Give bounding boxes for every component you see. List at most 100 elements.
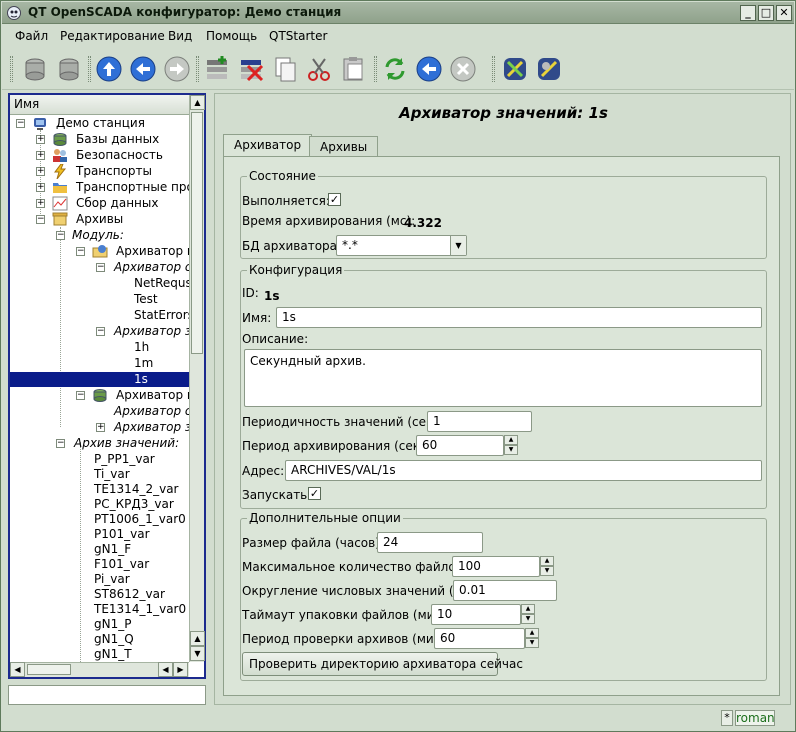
period-input[interactable]: 1 <box>427 411 532 432</box>
spin-down-icon[interactable]: ▼ <box>525 638 539 648</box>
tree-node-msg-archivers[interactable]: − Архиватор с <box>10 260 189 275</box>
tree-node-value-archives[interactable]: − Архив значений: <box>10 436 189 451</box>
expand-icon[interactable]: + <box>36 167 45 176</box>
scroll-right-icon[interactable]: ▶ <box>173 662 188 677</box>
tree-node-archive[interactable]: F101_var <box>10 557 189 572</box>
address-input[interactable]: ARCHIVES/VAL/1s <box>285 460 762 481</box>
tree-node-databases[interactable]: + Базы данных <box>10 132 189 147</box>
tree-node-security[interactable]: + Безопасность <box>10 148 189 163</box>
spin-down-icon[interactable]: ▼ <box>504 445 518 455</box>
db-load-icon[interactable] <box>20 54 50 84</box>
scroll-left-icon[interactable]: ◀ <box>158 662 173 677</box>
start-checkbox[interactable]: ✓ <box>308 487 321 500</box>
cut-icon[interactable] <box>304 54 334 84</box>
tab-archiver[interactable]: Архиватор <box>223 134 313 157</box>
expand-icon[interactable]: + <box>36 183 45 192</box>
tree-node-archive[interactable]: Pi_var <box>10 572 189 587</box>
tree-header[interactable]: Имя <box>10 95 189 115</box>
db-save-icon[interactable] <box>54 54 84 84</box>
tree-node-archive[interactable]: Ti_var <box>10 467 189 482</box>
collapse-icon[interactable]: − <box>16 119 25 128</box>
menu-file[interactable]: Файл <box>15 29 48 43</box>
collapse-icon[interactable]: − <box>36 215 45 224</box>
collapse-icon[interactable]: − <box>76 247 85 256</box>
tree-node-protocols[interactable]: + Транспортные прото <box>10 180 189 195</box>
max-files-input[interactable]: 100 <box>452 556 540 577</box>
copy-icon[interactable] <box>270 54 300 84</box>
collapse-icon[interactable]: − <box>96 263 105 272</box>
scroll-thumb[interactable] <box>27 664 71 675</box>
back-arrow-icon[interactable] <box>128 54 158 84</box>
tree-node-archive[interactable]: gN1_P <box>10 617 189 632</box>
collapse-icon[interactable]: − <box>56 439 65 448</box>
tree-node-archive[interactable]: gN1_F <box>10 542 189 557</box>
user-indicator[interactable]: roman <box>735 710 775 726</box>
vision-develop-icon[interactable] <box>534 54 564 84</box>
arch-period-input[interactable]: 60 <box>416 435 504 456</box>
scroll-thumb[interactable] <box>191 112 203 354</box>
tree-node-archive[interactable]: PC_КРД3_var <box>10 497 189 512</box>
spin-down-icon[interactable]: ▼ <box>521 614 535 624</box>
tree-node-archive[interactable]: ST8612_var <box>10 587 189 602</box>
tree-node-archive[interactable]: PT1006_1_var0 <box>10 512 189 527</box>
tree-node-db-val-archivers[interactable]: + Архиватор з <box>10 420 189 435</box>
tree-node-station[interactable]: − Демо станция <box>10 116 189 131</box>
vision-runtime-icon[interactable] <box>500 54 530 84</box>
spin-down-icon[interactable]: ▼ <box>540 566 554 576</box>
pack-timeout-input[interactable]: 10 <box>431 604 521 625</box>
collapse-icon[interactable]: − <box>76 391 85 400</box>
check-period-spinner[interactable]: ▲ ▼ <box>525 628 539 649</box>
minimize-button[interactable]: _ <box>740 5 756 21</box>
tree-node-1h[interactable]: 1h <box>10 340 189 355</box>
menu-qtstarter[interactable]: QTStarter <box>269 29 327 43</box>
tree-node-archive[interactable]: P101_var <box>10 527 189 542</box>
tree-node-val-archivers[interactable]: − Архиватор з <box>10 324 189 339</box>
tree-vertical-scrollbar[interactable]: ▲ ▲ ▼ <box>189 95 205 662</box>
start-icon[interactable] <box>414 54 444 84</box>
paste-icon[interactable] <box>338 54 368 84</box>
tree-node-netrequs[interactable]: NetRequs <box>10 276 189 291</box>
expand-icon[interactable]: + <box>36 151 45 160</box>
check-period-input[interactable]: 60 <box>434 628 525 649</box>
close-button[interactable]: ✕ <box>776 5 792 21</box>
db-select[interactable]: *.* ▼ <box>336 235 467 256</box>
running-checkbox[interactable]: ✓ <box>328 193 341 206</box>
expand-icon[interactable]: + <box>36 199 45 208</box>
tree-horizontal-scrollbar[interactable]: ◀ ◀ ▶ <box>10 662 189 677</box>
spin-up-icon[interactable]: ▲ <box>525 628 539 638</box>
tree-node-db-msg-archivers[interactable]: Архиватор с <box>10 404 189 419</box>
menu-view[interactable]: Вид <box>168 29 192 43</box>
stop-icon[interactable] <box>448 54 478 84</box>
tree-node-archive[interactable]: TE1314_2_var <box>10 482 189 497</box>
max-files-spinner[interactable]: ▲ ▼ <box>540 556 554 577</box>
menu-help[interactable]: Помощь <box>206 29 257 43</box>
spin-up-icon[interactable]: ▲ <box>504 435 518 445</box>
rounding-input[interactable]: 0.01 <box>453 580 557 601</box>
add-item-icon[interactable] <box>202 54 232 84</box>
tree-node-archiver-db[interactable]: − Архиватор на <box>10 388 189 403</box>
scroll-left-icon[interactable]: ◀ <box>10 662 25 677</box>
tree-node-transports[interactable]: + Транспорты <box>10 164 189 179</box>
tab-archives[interactable]: Архивы <box>309 136 379 158</box>
tree-node-test[interactable]: Test <box>10 292 189 307</box>
scroll-up-icon[interactable]: ▲ <box>190 631 205 646</box>
scroll-down-icon[interactable]: ▼ <box>190 646 205 661</box>
collapse-icon[interactable]: − <box>96 327 105 336</box>
tree-status-field[interactable] <box>8 685 206 705</box>
navigation-tree[interactable]: Имя − Демо станция + Базы данных + Безоп… <box>8 93 206 679</box>
pack-timeout-spinner[interactable]: ▲ ▼ <box>521 604 535 625</box>
expand-icon[interactable]: + <box>96 423 105 432</box>
chevron-down-icon[interactable]: ▼ <box>450 236 466 255</box>
tree-node-1s[interactable]: 1s <box>10 372 189 387</box>
maximize-button[interactable]: □ <box>758 5 774 21</box>
spin-up-icon[interactable]: ▲ <box>521 604 535 614</box>
expand-icon[interactable]: + <box>36 135 45 144</box>
spin-up-icon[interactable]: ▲ <box>540 556 554 566</box>
menu-edit[interactable]: Редактирование <box>60 29 165 43</box>
tree-node-archiver-fs[interactable]: − Архиватор на <box>10 244 189 259</box>
collapse-icon[interactable]: − <box>56 231 65 240</box>
tree-node-staterrors[interactable]: StatErrors <box>10 308 189 323</box>
tree-node-daq[interactable]: + Сбор данных <box>10 196 189 211</box>
refresh-icon[interactable] <box>380 54 410 84</box>
file-size-input[interactable]: 24 <box>377 532 483 553</box>
